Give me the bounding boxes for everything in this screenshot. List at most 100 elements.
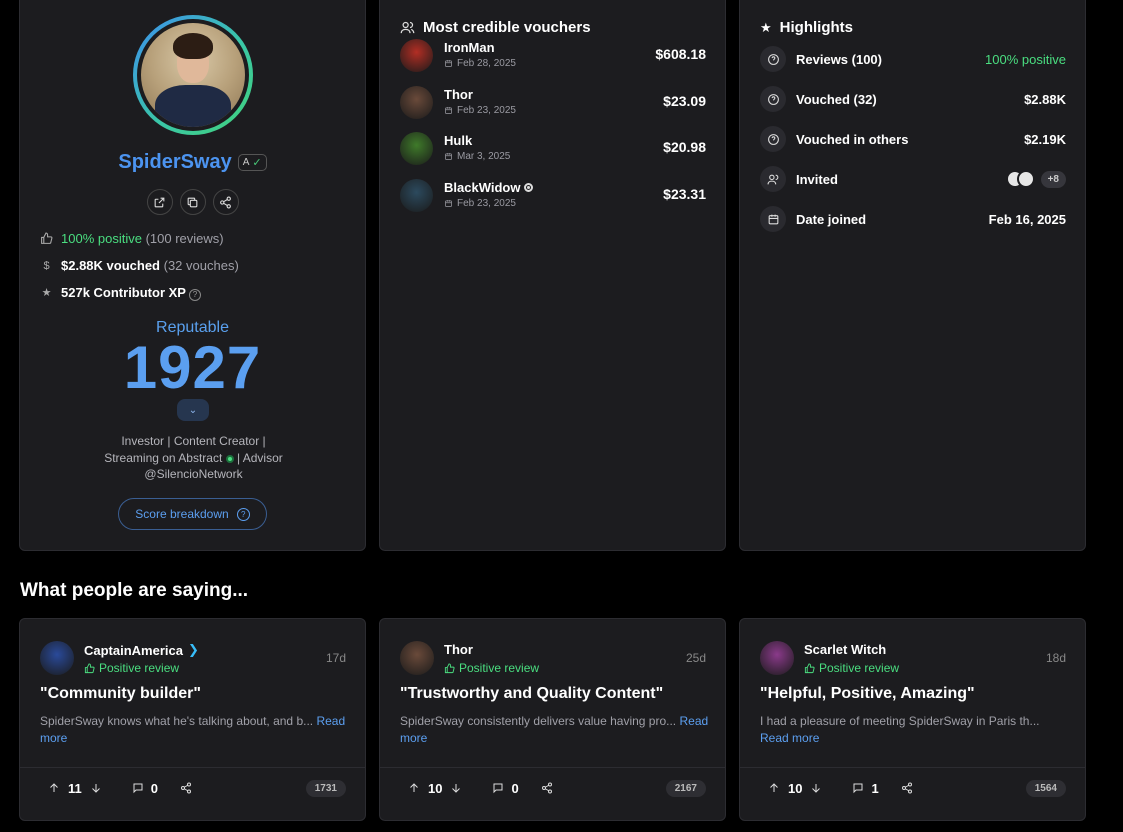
voucher-date: Feb 28, 2025 — [457, 58, 516, 69]
share-icon — [180, 782, 191, 794]
copy-icon — [187, 197, 198, 207]
review-card[interactable]: Thor Positive review 25d "Trustworthy and Q… — [379, 618, 726, 821]
comment-count: 1 — [871, 780, 879, 796]
avatar[interactable] — [133, 15, 253, 135]
share-button[interactable] — [541, 782, 553, 794]
share-button[interactable] — [212, 189, 239, 215]
voucher-row[interactable]: BlackWidow Feb 23, 2025 $23.31 — [400, 179, 706, 219]
highlight-date-joined: Date joined Feb 16, 2025 — [760, 205, 1066, 233]
score-breakdown-button[interactable]: Score breakdown ? — [118, 498, 267, 530]
highlight-invited[interactable]: Invited +8 — [760, 165, 1066, 193]
review-type: Positive review — [819, 661, 900, 675]
comment-icon — [853, 783, 863, 794]
voucher-date: Feb 23, 2025 — [457, 198, 516, 209]
expand-button[interactable]: ⌄ — [177, 399, 209, 421]
thumbs-up-icon — [84, 662, 95, 673]
highlight-reviews[interactable]: Reviews (100) 100% positive — [760, 45, 1066, 73]
reviewer-name[interactable]: Scarlet Witch — [804, 642, 886, 657]
review-age: 18d — [1045, 651, 1066, 665]
arrow-up-icon[interactable] — [768, 782, 780, 794]
help-icon[interactable]: ? — [188, 288, 201, 301]
review-score-badge: 1564 — [1025, 779, 1066, 797]
comment-icon — [493, 783, 503, 794]
voucher-name[interactable]: BlackWidow — [444, 180, 520, 195]
star-icon: ★ — [760, 19, 772, 35]
reviewer-avatar[interactable] — [760, 641, 794, 675]
xp-stat: ★ 527k Contributor XP? — [40, 285, 201, 301]
voucher-amount: $608.18 — [655, 46, 706, 62]
streak-icon: ❯ — [187, 642, 199, 657]
reviewer-avatar[interactable] — [40, 641, 74, 675]
review-type: Positive review — [99, 661, 180, 675]
arrow-down-icon[interactable] — [450, 782, 462, 794]
share-icon — [901, 782, 912, 794]
share-button[interactable] — [180, 782, 192, 794]
voucher-name[interactable]: IronMan — [444, 40, 495, 55]
voucher-name[interactable]: Hulk — [444, 133, 472, 148]
reviewer-name[interactable]: Thor — [444, 642, 473, 657]
calendar-icon — [445, 153, 452, 160]
review-title: "Community builder" — [40, 685, 201, 702]
comment-icon — [133, 783, 143, 794]
vote-controls: 10 — [768, 781, 822, 796]
profile-card: SpiderSway A ✓ 100% positive (100 review… — [19, 0, 366, 551]
highlights-card: ★ Highlights Reviews (100) 100% positive… — [739, 0, 1086, 551]
question-circle-icon — [767, 53, 779, 65]
reviewer-avatar[interactable] — [400, 641, 434, 675]
reputation-score: 1927 — [123, 334, 262, 401]
arrow-up-icon[interactable] — [48, 782, 60, 794]
thumbs-up-icon — [444, 662, 455, 673]
review-age: 25d — [685, 651, 706, 665]
thumbs-up-icon — [804, 662, 815, 673]
voucher-amount: $20.98 — [663, 139, 706, 155]
arrow-down-icon[interactable] — [90, 782, 102, 794]
profile-actions — [20, 189, 365, 215]
highlight-vouched-others[interactable]: Vouched in others $2.19K — [760, 125, 1066, 153]
review-type: Positive review — [459, 661, 540, 675]
arrow-down-icon[interactable] — [810, 782, 822, 794]
review-age: 17d — [325, 651, 346, 665]
calendar-icon — [445, 200, 452, 207]
abstract-icon — [225, 454, 234, 463]
vouchers-title: Most credible vouchers — [400, 19, 591, 36]
comment-count: 0 — [150, 780, 158, 796]
read-more-link[interactable]: Read more — [760, 731, 819, 745]
review-card[interactable]: CaptainAmerica ❯ Positive review 17d "Commun… — [19, 618, 366, 821]
review-title: "Helpful, Positive, Amazing" — [760, 685, 975, 702]
voucher-avatar[interactable] — [400, 39, 433, 72]
review-score-badge: 2167 — [665, 779, 706, 797]
voucher-avatar[interactable] — [400, 86, 433, 119]
voucher-row[interactable]: IronMan Feb 28, 2025 $608.18 — [400, 39, 706, 79]
voucher-row[interactable]: Thor Feb 23, 2025 $23.09 — [400, 86, 706, 126]
vote-count: 10 — [428, 780, 443, 796]
comments-button[interactable]: 1 — [852, 780, 879, 796]
reviewer-name[interactable]: CaptainAmerica — [84, 643, 183, 658]
share-icon — [220, 196, 231, 208]
review-card[interactable]: Scarlet Witch Positive review 18d "Helpful,… — [739, 618, 1086, 821]
question-circle-icon — [767, 133, 779, 145]
voucher-amount: $23.09 — [663, 93, 706, 109]
review-body: I had a pleasure of meeting SpiderSway i… — [760, 714, 1040, 745]
arrow-up-icon[interactable] — [408, 782, 420, 794]
comments-button[interactable]: 0 — [492, 780, 519, 796]
comment-count: 0 — [511, 780, 519, 796]
voucher-amount: $23.31 — [663, 186, 706, 202]
highlight-vouched[interactable]: Vouched (32) $2.88K — [760, 85, 1066, 113]
voucher-name[interactable]: Thor — [444, 87, 473, 102]
invited-more-badge: +8 — [1040, 170, 1066, 188]
voucher-avatar[interactable] — [400, 132, 433, 165]
copy-button[interactable] — [179, 189, 206, 215]
voucher-row[interactable]: Hulk Mar 3, 2025 $20.98 — [400, 132, 706, 172]
external-link-button[interactable] — [146, 189, 173, 215]
question-circle-icon — [767, 93, 779, 105]
level-badge: A ✓ — [237, 154, 267, 171]
section-title: What people are saying... — [20, 580, 249, 601]
voucher-avatar[interactable] — [400, 179, 433, 212]
share-icon — [541, 782, 552, 794]
share-button[interactable] — [901, 782, 913, 794]
review-title: "Trustworthy and Quality Content" — [400, 685, 664, 702]
calendar-icon — [768, 214, 778, 224]
review-body: SpiderSway consistently delivers value h… — [400, 714, 709, 745]
vouched-stat: $ $2.88K vouched (32 vouches) — [40, 258, 238, 273]
comments-button[interactable]: 0 — [132, 781, 158, 796]
